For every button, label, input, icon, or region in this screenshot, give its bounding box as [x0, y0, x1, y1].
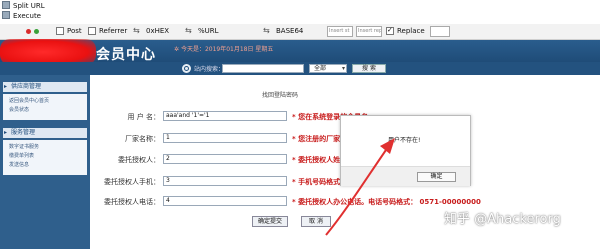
alert-dialog: 用户不存在! 确定	[340, 115, 471, 186]
execute-menu-item[interactable]: Execute	[2, 11, 41, 21]
replace-checkbox[interactable]	[386, 26, 394, 35]
base64-arrow-icon[interactable]: ⇆	[263, 26, 270, 35]
insert-replace-input[interactable]: Insert rep	[356, 26, 382, 37]
sidebar-section-supplier[interactable]: 供应商管理	[3, 82, 87, 92]
search-input[interactable]	[222, 64, 304, 73]
sidebar: 供应商管理 返回会员中心首页 会员状态 服务管理 数字证书服务 缴费单列表 发送…	[0, 75, 90, 249]
sidebar-item-payments[interactable]: 缴费单列表	[9, 153, 34, 160]
company-label: 厂家名称：	[125, 135, 160, 143]
delegate-label: 委托授权人：	[118, 156, 160, 164]
delegate-input[interactable]: 2	[163, 154, 287, 164]
sidebar-item-status[interactable]: 会员状态	[9, 107, 29, 114]
date-value: 今天是：2019年01月18日 星期五	[180, 46, 274, 53]
referrer-checkbox[interactable]	[88, 27, 96, 35]
sidebar-item-home[interactable]: 返回会员中心首页	[9, 98, 49, 105]
hackbar-toolbar: Post Referrer ⇆ 0xHEX ⇆ %URL ⇆ BASE64 In…	[0, 24, 600, 40]
date-text: ✲ 今天是：2019年01月18日 星期五	[174, 44, 273, 53]
alert-button-bar: 确定	[341, 166, 470, 186]
zhihu-watermark: 知乎 @Ahackerorg	[444, 212, 561, 227]
insert-string-input[interactable]: Insert st	[327, 26, 353, 37]
form-title: 找回登陆密码	[262, 92, 299, 99]
green-status-dot	[34, 29, 39, 34]
sidebar-item-messages[interactable]: 发送信息	[9, 162, 29, 169]
phone-hint: * 委托授权人办公电话。电话号码格式： 0571-00000000	[292, 198, 481, 206]
site-title: 会员中心	[96, 47, 156, 63]
username-label: 用 户 名：	[127, 113, 160, 121]
hex-arrow-icon[interactable]: ⇆	[133, 26, 140, 35]
phone-label: 委托授权人电话：	[104, 198, 160, 206]
cancel-button[interactable]: 取 消	[301, 216, 331, 227]
replace-label: Replace	[397, 27, 425, 35]
submit-button[interactable]: 确定提交	[252, 216, 288, 227]
referrer-label: Referrer	[99, 27, 128, 35]
search-scope-select[interactable]: 全部	[309, 64, 347, 73]
sidebar-item-certificate[interactable]: 数字证书服务	[9, 144, 39, 151]
star-icon: ✲	[174, 46, 181, 53]
hackbar-menu: Split URL Execute	[0, 0, 60, 22]
sidebar-section-supplier-body: 返回会员中心首页 会员状态	[3, 94, 87, 120]
replace-value-input[interactable]	[430, 26, 450, 37]
sidebar-section-service-body: 数字证书服务 缴费单列表 发送信息	[3, 140, 87, 175]
alert-ok-button[interactable]: 确定	[417, 172, 456, 182]
search-label: 站内搜索：	[194, 66, 225, 73]
red-status-dot	[26, 29, 31, 34]
split-url-menu-item[interactable]: Split URL	[2, 1, 45, 11]
sidebar-section-service[interactable]: 服务管理	[3, 128, 87, 138]
mobile-input[interactable]: 3	[163, 176, 287, 186]
alert-message: 用户不存在!	[388, 137, 421, 144]
base64-button[interactable]: BASE64	[276, 27, 303, 36]
username-input[interactable]: aaa'and '1'='1	[163, 111, 287, 121]
post-checkbox[interactable]	[56, 27, 64, 35]
search-icon	[182, 64, 191, 73]
url-encode-button[interactable]: %URL	[198, 27, 219, 36]
post-label: Post	[67, 27, 82, 35]
mobile-label: 委托授权人手机：	[104, 178, 160, 186]
phone-input[interactable]: 4	[163, 196, 287, 206]
url-arrow-icon[interactable]: ⇆	[185, 26, 192, 35]
company-input[interactable]: 1	[163, 133, 287, 143]
search-button[interactable]: 搜 索	[352, 64, 386, 73]
hex-button[interactable]: 0xHEX	[146, 27, 169, 36]
